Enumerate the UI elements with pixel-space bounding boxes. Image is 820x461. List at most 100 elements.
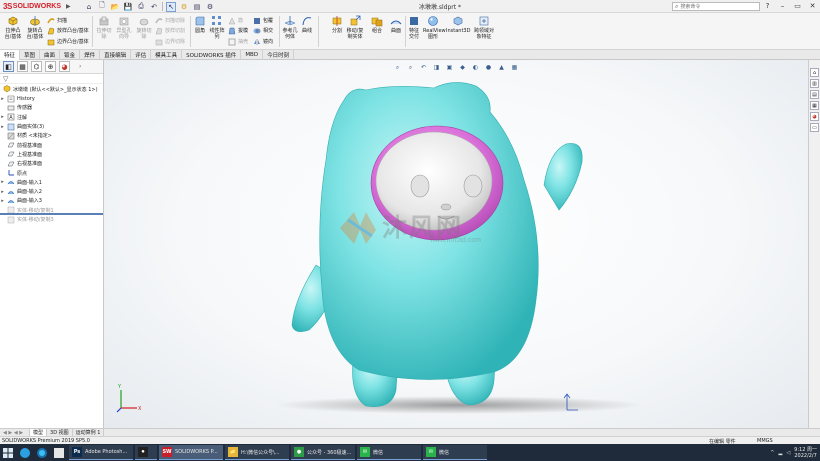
tree-item[interactable]: ▸ A 注解: [0, 113, 103, 122]
graphics-area[interactable]: ⌕ ⌕ ↶ ◨ ▣ ◆ ◐ ● ▲ ▦ Y X 沐风网 www.mfcad.co…: [104, 60, 808, 428]
file-properties-icon[interactable]: ▤: [192, 2, 202, 12]
pinned-app-icon[interactable]: [33, 444, 50, 461]
tree-item[interactable]: 传感器: [0, 103, 103, 112]
print-icon[interactable]: ⎙: [136, 2, 146, 12]
tab-today[interactable]: 今日时刻: [263, 50, 295, 60]
tab-scroll-arrows[interactable]: ◀ ▶ ◀ ▶: [0, 429, 30, 436]
tree-item[interactable]: ▸ 曲面实体(3): [0, 122, 103, 131]
tab-motion-study[interactable]: 运动算例 1: [73, 429, 105, 436]
tree-root-part[interactable]: 冰墩墩 (默认<<默认>_显示状态 1>): [0, 84, 103, 94]
boundary-cut-button[interactable]: 边界切除: [155, 37, 185, 46]
design-library-icon[interactable]: ▥: [810, 79, 819, 88]
start-button[interactable]: [0, 444, 16, 461]
tab-addins[interactable]: SOLIDWORKS 插件: [182, 50, 242, 60]
file-explorer-icon[interactable]: ▤: [810, 90, 819, 99]
extrude-cut-button[interactable]: 拉伸切除: [95, 15, 113, 40]
options-gear-icon[interactable]: ⚙: [205, 2, 215, 12]
taskbar-app[interactable]: 📁 H:\微信公众号\...: [225, 445, 289, 460]
select-arrow-icon[interactable]: ↖: [166, 1, 176, 12]
tree-item[interactable]: ▸ 曲面-输入3: [0, 196, 103, 205]
loft-boss-button[interactable]: 放样凸台/基体: [47, 26, 89, 35]
taskbar-app[interactable]: ✉ 微信: [357, 445, 421, 460]
cross-domain-button[interactable]: 跨领域对象特征: [472, 15, 496, 40]
tab-mold-tools[interactable]: 模具工具: [151, 50, 183, 60]
intersect-button[interactable]: 相交: [253, 26, 273, 35]
pinned-app-icon[interactable]: [50, 444, 67, 461]
configuration-manager-tab-icon[interactable]: ⌬: [31, 61, 42, 72]
expand-arrow-icon[interactable]: ▸: [0, 114, 5, 120]
tree-item[interactable]: ▸ 曲面-输入2: [0, 187, 103, 196]
expand-arrow-icon[interactable]: ▸: [0, 189, 5, 195]
appearances-icon[interactable]: ◕: [810, 112, 819, 121]
panel-arrow-icon[interactable]: ›: [79, 63, 81, 70]
reference-geometry-button[interactable]: 参考几何体: [281, 15, 299, 40]
open-file-icon[interactable]: 📂: [110, 2, 120, 12]
minimize-button[interactable]: –: [777, 1, 788, 11]
tree-item[interactable]: 上视基准面: [0, 150, 103, 159]
sweep-button[interactable]: 扫描: [47, 16, 67, 25]
pinned-app-icon[interactable]: [16, 444, 33, 461]
taskbar-app[interactable]: SW SOLIDWORKS P...: [159, 445, 223, 460]
tab-weldments[interactable]: 焊件: [80, 50, 101, 60]
tab-features[interactable]: 特征: [0, 50, 21, 60]
custom-properties-icon[interactable]: ▭: [810, 123, 819, 132]
tray-arrow-icon[interactable]: ^: [770, 450, 774, 456]
save-icon[interactable]: 💾: [123, 2, 133, 12]
filter-icon[interactable]: ▽: [0, 74, 103, 84]
expand-arrow-icon[interactable]: ▸: [0, 198, 5, 204]
feature-manager-tab-icon[interactable]: ◧: [3, 61, 14, 72]
tab-model[interactable]: 模型: [30, 429, 48, 436]
view-palette-icon[interactable]: ▦: [810, 101, 819, 110]
linear-pattern-button[interactable]: 线性阵列: [209, 15, 225, 40]
swept-cut-button[interactable]: 扫描切除: [155, 16, 185, 25]
restore-button[interactable]: ▭: [792, 1, 803, 11]
wrap-button[interactable]: 包覆: [253, 16, 273, 25]
rebuild-icon[interactable]: ⚙: [179, 2, 189, 12]
solidworks-logo[interactable]: 3S SOLIDWORKS ▶: [3, 1, 71, 12]
rib-button[interactable]: 筋: [228, 16, 243, 25]
tab-surfaces[interactable]: 曲面: [40, 50, 61, 60]
solidworks-resources-icon[interactable]: ⌂: [810, 68, 819, 77]
surface-button[interactable]: 曲面: [389, 15, 403, 34]
tab-evaluate[interactable]: 评估: [131, 50, 152, 60]
lofted-cut-button[interactable]: 放样切割: [155, 26, 185, 35]
tree-item[interactable]: 材质 <未指定>: [0, 131, 103, 140]
tab-direct-editing[interactable]: 直接编辑: [100, 50, 132, 60]
close-button[interactable]: ✕: [807, 1, 818, 11]
search-commands[interactable]: ⌕: [672, 2, 760, 11]
clock[interactable]: 9:12 周一 2022/2/7: [794, 447, 817, 459]
new-file-icon[interactable]: 🗋: [97, 1, 107, 12]
extrude-boss-button[interactable]: 拉伸凸台/基体: [3, 15, 23, 40]
expand-arrow-icon[interactable]: ▸: [0, 96, 5, 102]
expand-arrow-icon[interactable]: ▸: [0, 179, 5, 185]
mirror-button[interactable]: 镜向: [253, 37, 273, 46]
move-copy-body-button[interactable]: 移动/复制实体: [345, 15, 365, 40]
rollback-bar[interactable]: [0, 213, 103, 215]
tree-item[interactable]: 实体-移动/复制3: [0, 215, 103, 224]
fillet-button[interactable]: 圆角: [193, 15, 207, 34]
property-manager-tab-icon[interactable]: ▦: [17, 61, 28, 72]
tree-item[interactable]: ▸ 曲面-输入1: [0, 178, 103, 187]
taskbar-app[interactable]: Ps Adobe Photosh...: [69, 445, 133, 460]
tab-3d-views[interactable]: 3D 视图: [47, 429, 73, 436]
network-icon[interactable]: ▂: [778, 450, 782, 456]
home-icon[interactable]: ⌂: [84, 2, 94, 12]
help-icon[interactable]: ?: [762, 1, 773, 11]
boundary-boss-button[interactable]: 边界凸台/基体: [47, 37, 89, 46]
menu-expand-icon[interactable]: ▶: [66, 3, 71, 10]
draft-button[interactable]: 拔模: [228, 26, 248, 35]
features-button[interactable]: 特征交付: [407, 15, 421, 40]
display-manager-tab-icon[interactable]: ◕: [59, 61, 70, 72]
instant3d-button[interactable]: Instant3D: [446, 15, 470, 34]
tree-item[interactable]: 原点: [0, 168, 103, 177]
volume-icon[interactable]: ◁: [786, 450, 790, 456]
tree-item[interactable]: 右视基准面: [0, 159, 103, 168]
hole-wizard-button[interactable]: 异型孔向导: [115, 15, 133, 40]
revolve-boss-button[interactable]: 旋转凸台/基体: [25, 15, 45, 40]
tab-sketch[interactable]: 草图: [20, 50, 41, 60]
undo-icon[interactable]: ↶: [149, 2, 159, 12]
tree-item[interactable]: 前视基准面: [0, 140, 103, 149]
dimxpert-tab-icon[interactable]: ⊕: [45, 61, 56, 72]
tree-item[interactable]: ▸ History: [0, 94, 103, 103]
split-button[interactable]: 分割: [331, 15, 343, 34]
